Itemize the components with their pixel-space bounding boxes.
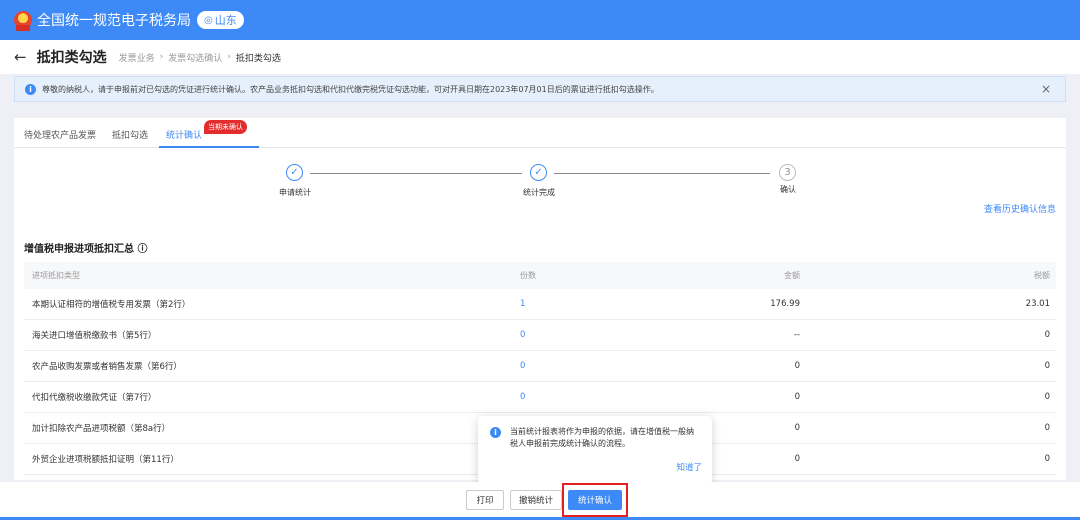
step-label: 申请统计 [279,188,311,197]
tab-stat-confirm[interactable]: 统计确认 [166,128,202,141]
section-title-text: 增值税申报进项抵扣汇总 [24,244,134,255]
region-label: 山东 [214,14,237,27]
breadcrumb-current: 抵扣类勾选 [235,53,281,64]
row-tax: 0 [1044,454,1050,464]
info-circle-icon[interactable]: ⓘ [137,244,147,255]
highlight-box [562,483,628,517]
tab-pending-agri-invoices[interactable]: 待处理农产品发票 [24,128,96,141]
table-header: 进项抵扣类型 份数 金额 税额 [24,262,1056,289]
step-connector [310,173,522,174]
row-type: 农产品收购发票或者销售发票（第6行） [32,362,182,372]
row-tax: 23.01 [1025,299,1050,309]
row-type: 加计扣除农产品进项税额（第8a行） [32,424,171,434]
status-badge: 当期未确认 [204,120,247,134]
popover-text: 当前统计报表将作为申报的依据，请在增值税一般纳税人申报前完成统计确认的流程。 [510,427,694,448]
step-label: 统计完成 [523,188,555,197]
step-number: 3 [779,164,796,181]
active-tab-indicator [159,146,259,148]
row-amount: 0 [794,423,800,433]
page-header: ← 抵扣类勾选 发票业务 › 发票勾选确认 › 抵扣类勾选 [0,40,1080,74]
info-icon: i [25,83,36,95]
notice-text: 尊敬的纳税人，请于申报前对已勾选的凭证进行统计确认。农产品业务抵扣勾选和代扣代缴… [42,84,659,94]
back-arrow-icon[interactable]: ← [14,48,27,66]
table-row: 海关进口增值税缴款书（第5行） 0 -- 0 [24,320,1056,351]
page-title: 抵扣类勾选 [36,50,107,66]
step-label: 确认 [780,185,796,194]
breadcrumb-separator-icon: › [227,52,231,62]
step-connector [554,173,770,174]
breadcrumb-separator-icon: › [159,52,164,62]
breadcrumb-item[interactable]: 发票业务 [119,51,155,64]
row-count-link[interactable]: 0 [520,392,540,402]
row-amount: 0 [794,361,800,371]
close-icon[interactable]: × [1041,82,1051,96]
column-header: 金额 [784,271,800,280]
site-title: 全国统一规范电子税务局 [37,13,191,29]
row-type: 外贸企业进项税额抵扣证明（第11行） [32,455,179,465]
column-header: 税额 [1034,271,1050,280]
row-tax: 0 [1044,423,1050,433]
step-done-check-icon: ✓ [286,164,303,181]
row-type: 代扣代缴税收缴款凭证（第7行） [32,393,157,403]
step-done-check-icon: ✓ [530,164,547,181]
row-amount: -- [793,330,800,340]
row-count-link[interactable]: 0 [520,361,540,371]
info-icon: i [490,427,501,438]
table-row: 本期认证相符的增值税专用发票（第2行） 1 176.99 23.01 [24,289,1056,320]
notice-banner: i 尊敬的纳税人，请于申报前对已勾选的凭证进行统计确认。农产品业务抵扣勾选和代扣… [14,76,1066,102]
table-row: 代扣代缴税收缴款凭证（第7行） 0 0 0 [24,382,1056,413]
top-bar: 全国统一规范电子税务局 ◎ 山东 [0,0,1080,40]
row-count-link[interactable]: 0 [520,330,540,340]
footer-actions: 打印 撤销统计 统计确认 [0,482,1080,520]
row-amount: 0 [794,392,800,402]
tab-deduction-select[interactable]: 抵扣勾选 [112,128,148,141]
column-header: 份数 [520,271,536,280]
cancel-stat-button[interactable]: 撤销统计 [510,490,562,510]
print-button[interactable]: 打印 [466,490,504,510]
region-selector[interactable]: ◎ 山东 [197,11,244,29]
tip-popover: i 当前统计报表将作为申报的依据，请在增值税一般纳税人申报前完成统计确认的流程。… [478,416,712,484]
row-count-link[interactable]: 1 [520,299,540,309]
row-amount: 176.99 [770,299,800,309]
history-link[interactable]: 查看历史确认信息 [984,202,1056,215]
tax-emblem-icon [14,11,32,31]
tab-bar: 待处理农产品发票 抵扣勾选 统计确认 当期未确认 [14,118,1066,148]
row-type: 海关进口增值税缴款书（第5行） [32,331,157,341]
table-row: 农产品收购发票或者销售发票（第6行） 0 0 0 [24,351,1056,382]
row-tax: 0 [1044,361,1050,371]
breadcrumb-item[interactable]: 发票勾选确认 [168,51,222,64]
row-amount: 0 [794,454,800,464]
breadcrumb: 发票业务 › 发票勾选确认 › 抵扣类勾选 [119,51,281,64]
got-it-button[interactable]: 知道了 [676,462,702,474]
row-tax: 0 [1044,330,1050,340]
column-header: 进项抵扣类型 [32,271,80,280]
location-pin-icon: ◎ [204,14,213,26]
row-type: 本期认证相符的增值税专用发票（第2行） [32,300,191,310]
section-title: 增值税申报进项抵扣汇总 ⓘ [24,240,147,255]
row-tax: 0 [1044,392,1050,402]
